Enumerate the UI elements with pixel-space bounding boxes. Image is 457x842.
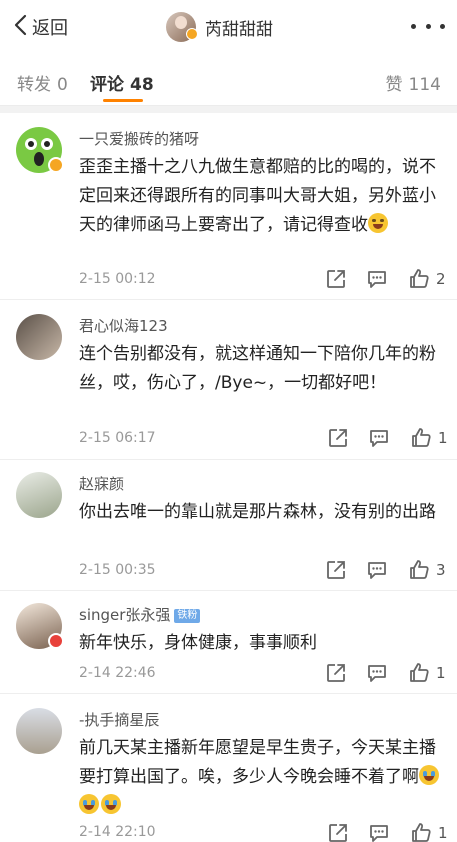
comment-username[interactable]: 一只爱搬砖的猪呀	[79, 128, 199, 149]
dot-icon	[411, 23, 416, 29]
comment-text: 歪歪主播十之八九做生意都赔的比的喝的，说不定回来还得跟所有的同事叫大哥大姐，另外…	[79, 153, 445, 240]
like-count: 1	[436, 664, 446, 682]
comment-username-text: singer张永强	[79, 606, 171, 624]
like-button[interactable]	[407, 661, 431, 685]
top-navbar: 返回 芮甜甜甜	[0, 0, 457, 54]
reply-button[interactable]	[365, 558, 389, 582]
share-button[interactable]	[326, 426, 350, 450]
thumbs-up-icon	[410, 663, 429, 682]
like-count: 1	[438, 824, 448, 842]
fan-badge: 铁粉	[174, 609, 201, 623]
share-button[interactable]	[324, 267, 348, 291]
comment-time: 2-14 22:46	[79, 665, 156, 681]
comment-text: 连个告别都没有，就这样通知一下陪你几年的粉丝，哎，伤心了，/Bye~，一切都好吧…	[79, 344, 436, 393]
tab-likes[interactable]: 赞 114	[386, 70, 441, 95]
tab-comments-count: 48	[130, 75, 154, 95]
tab-repost-count: 0	[57, 75, 68, 95]
thumbs-up-icon	[412, 823, 431, 842]
share-icon	[327, 664, 345, 682]
comment-item: 一只爱搬砖的猪呀 歪歪主播十之八九做生意都赔的比的喝的，说不定回来还得跟所有的同…	[0, 113, 457, 300]
nav-user[interactable]: 芮甜甜甜	[166, 11, 273, 43]
reply-button[interactable]	[367, 821, 391, 842]
comment-username[interactable]: -执手摘星辰	[79, 709, 159, 730]
back-label: 返回	[32, 18, 68, 39]
avatar[interactable]	[16, 708, 62, 754]
crying-emoji	[79, 794, 99, 814]
tab-repost-label: 转发	[17, 75, 51, 95]
reply-button[interactable]	[365, 267, 389, 291]
laugh-emoji	[368, 213, 388, 233]
comment-body: 前几天某主播新年愿望是早生贵子，今天某主播要打算出国了。唉，多少人今晚会睡不着了…	[79, 738, 436, 787]
comment-item: 赵寐颜 你出去唯一的靠山就是那片森林，没有别的出路 2-15 00:35 3	[0, 460, 457, 591]
share-button[interactable]	[324, 661, 348, 685]
comment-item: singer张永强 铁粉 新年快乐，身体健康，事事顺利 2-14 22:46 1	[0, 591, 457, 694]
like-count: 2	[436, 270, 446, 288]
dot-icon	[425, 23, 431, 29]
comment-time: 2-15 00:35	[79, 562, 156, 578]
comment-time: 2-14 22:10	[79, 824, 156, 840]
verified-badge-icon	[48, 633, 64, 649]
comment-username[interactable]: 君心似海123	[79, 315, 168, 336]
thumbs-up-icon	[412, 428, 431, 447]
verified-badge-icon	[186, 28, 198, 40]
tab-comments-label: 评论	[90, 75, 124, 95]
share-icon	[329, 429, 347, 447]
like-button[interactable]	[409, 821, 433, 842]
dot-icon	[440, 23, 445, 29]
avatar[interactable]	[16, 472, 62, 518]
active-tab-indicator	[103, 99, 143, 102]
tab-repost[interactable]: 转发 0	[17, 70, 68, 95]
interaction-tabs: 转发 0 评论 48 赞 114	[0, 54, 457, 106]
comment-time: 2-15 06:17	[79, 430, 156, 446]
thumbs-up-icon	[410, 269, 429, 288]
tab-likes-count: 114	[408, 75, 441, 95]
nav-user-name: 芮甜甜甜	[205, 19, 273, 40]
comment-username[interactable]: singer张永强 铁粉	[79, 604, 201, 625]
avatar[interactable]	[16, 314, 62, 360]
like-button[interactable]	[407, 558, 431, 582]
section-divider	[0, 106, 457, 113]
tab-comments[interactable]: 评论 48	[90, 70, 154, 95]
crying-emoji	[101, 794, 121, 814]
share-icon	[327, 270, 345, 288]
like-button[interactable]	[409, 426, 433, 450]
comment-icon	[370, 825, 388, 842]
like-button[interactable]	[407, 267, 431, 291]
comment-icon	[368, 271, 386, 288]
comment-username[interactable]: 赵寐颜	[79, 473, 124, 494]
back-button[interactable]: 返回	[12, 12, 68, 42]
comment-text: 你出去唯一的靠山就是那片森林，没有别的出路	[79, 502, 436, 522]
more-options-button[interactable]	[411, 14, 445, 38]
thumbs-up-icon	[410, 560, 429, 579]
comment-icon	[368, 665, 386, 682]
share-button[interactable]	[326, 821, 350, 842]
share-button[interactable]	[324, 558, 348, 582]
comment-text: 新年快乐，身体健康，事事顺利	[79, 633, 317, 653]
share-icon	[327, 561, 345, 579]
comment-item: 君心似海123 连个告别都没有，就这样通知一下陪你几年的粉丝，哎，伤心了，/By…	[0, 300, 457, 460]
comment-text: 前几天某主播新年愿望是早生贵子，今天某主播要打算出国了。唉，多少人今晚会睡不着了…	[79, 734, 445, 821]
comment-time: 2-15 00:12	[79, 271, 156, 287]
share-icon	[329, 824, 347, 842]
reply-button[interactable]	[365, 661, 389, 685]
like-count: 1	[438, 429, 448, 447]
chevron-left-icon	[12, 13, 30, 41]
vip-badge-icon	[48, 157, 64, 173]
comment-icon	[368, 562, 386, 579]
like-count: 3	[436, 561, 446, 579]
tab-likes-label: 赞	[385, 75, 403, 95]
crying-emoji	[419, 765, 439, 785]
reply-button[interactable]	[367, 426, 391, 450]
comment-item: -执手摘星辰 前几天某主播新年愿望是早生贵子，今天某主播要打算出国了。唉，多少人…	[0, 694, 457, 842]
comment-icon	[370, 430, 388, 447]
